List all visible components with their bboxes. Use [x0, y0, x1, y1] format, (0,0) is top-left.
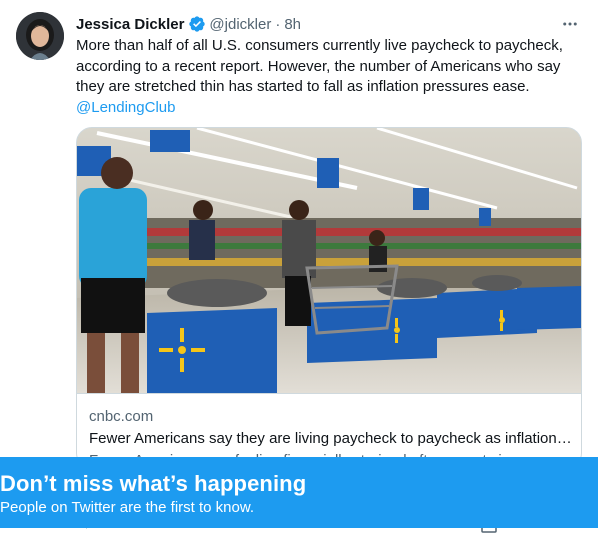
mention-link[interactable]: @LendingClub [76, 98, 586, 119]
signup-banner[interactable]: Don’t miss what’s happening People on Tw… [0, 457, 598, 528]
banner-subtitle: People on Twitter are the first to know. [0, 499, 255, 516]
more-options-icon[interactable] [558, 14, 582, 34]
store-checkout-image [77, 128, 581, 393]
avatar-photo [16, 12, 64, 60]
tweet-text: More than half of all U.S. consumers cur… [76, 36, 586, 118]
card-image [77, 128, 581, 393]
banner-title: Don’t miss what’s happening [0, 471, 307, 496]
avatar[interactable] [16, 12, 64, 60]
separator-dot: · [275, 15, 281, 33]
author-handle[interactable]: @jdickler [209, 16, 271, 33]
link-card[interactable]: cnbc.com Fewer Americans say they are li… [76, 127, 582, 469]
tweet-body: More than half of all U.S. consumers cur… [76, 37, 563, 95]
timestamp[interactable]: 8h [284, 16, 301, 33]
tweet-header: Jessica Dickler @jdickler · 8h [76, 14, 582, 34]
author-name[interactable]: Jessica Dickler [76, 16, 184, 33]
verified-badge-icon [189, 16, 206, 32]
card-domain: cnbc.com [89, 408, 154, 425]
card-title[interactable]: Fewer Americans say they are living payc… [89, 430, 573, 447]
